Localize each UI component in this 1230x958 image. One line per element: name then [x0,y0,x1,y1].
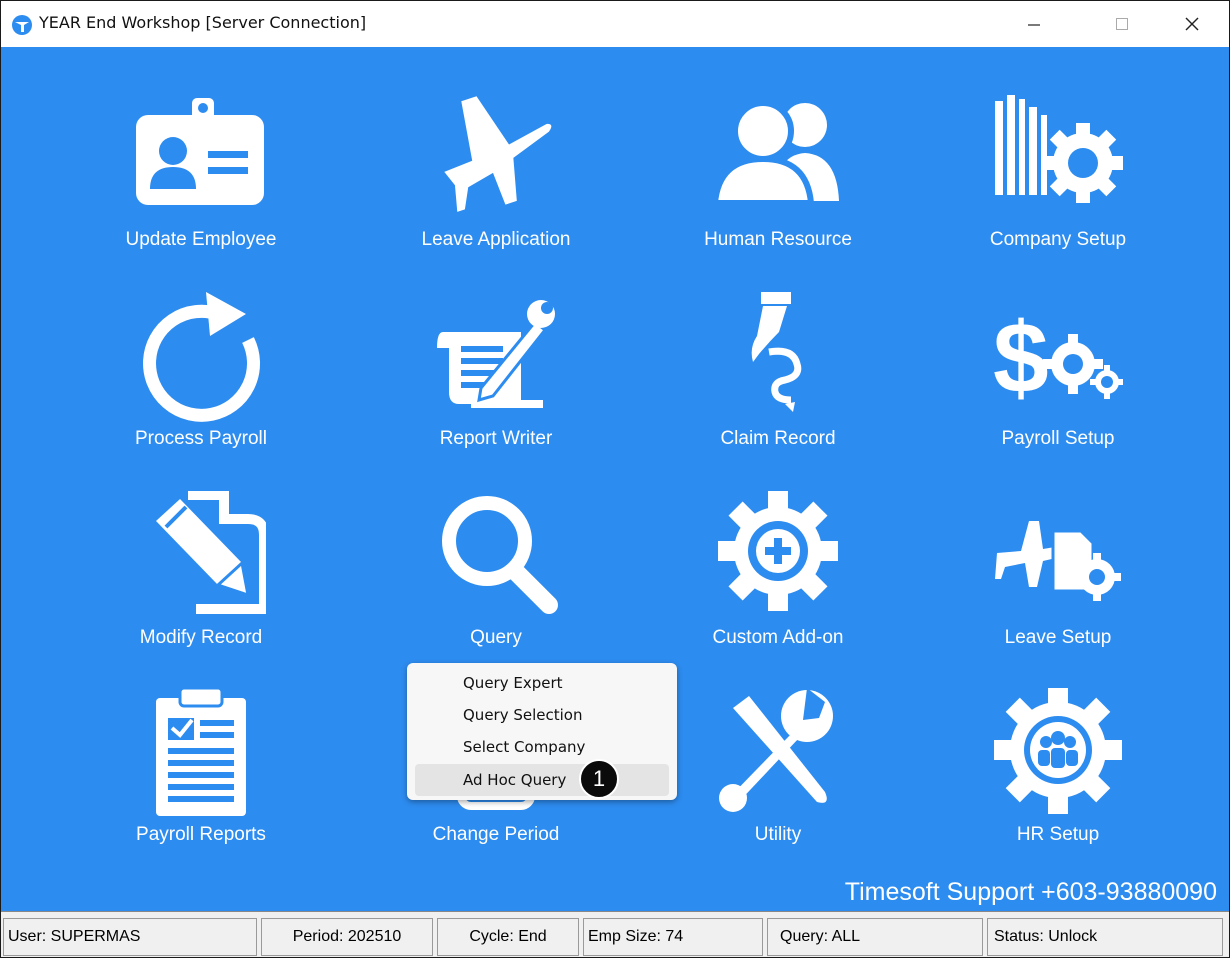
claim-hand-icon [751,292,802,412]
clipboard-report-icon [156,688,246,816]
tile-label: Human Resource [704,229,852,250]
menu-item-query-expert[interactable]: Query Expert [463,674,563,692]
status-cycle: Cycle: End [437,918,579,956]
tile-label: Claim Record [720,428,836,449]
tile-leave-setup[interactable]: Leave Setup [938,491,1178,671]
dollar-gears-icon: $ [993,302,1123,414]
tile-query[interactable]: Query [376,491,616,671]
tile-label: Utility [754,824,802,845]
users-icon [713,100,839,206]
tile-payroll-setup[interactable]: $ Payroll Setup [938,292,1178,472]
title-bar: YEAR End Workshop [Server Connection] [1,1,1229,47]
step-callout-badge: 1 [579,759,619,799]
status-bar: User: SUPERMAS Period: 202510 Cycle: End… [1,911,1229,957]
id-badge-icon [136,98,264,205]
tile-label: Leave Application [421,229,571,250]
tile-label: Payroll Setup [1001,428,1115,449]
status-user: User: SUPERMAS [3,918,257,956]
tile-custom-addon[interactable]: Custom Add-on [658,491,898,671]
tile-label: Leave Setup [1004,627,1112,648]
tile-process-payroll[interactable]: Process Payroll [81,292,321,472]
tile-hr-setup[interactable]: HR Setup [938,688,1178,868]
tile-modify-record[interactable]: Modify Record [81,491,321,671]
tile-human-resource[interactable]: Human Resource [658,93,898,273]
tile-label: Report Writer [439,428,553,449]
tile-company-setup[interactable]: Company Setup [938,93,1178,273]
tile-label: Company Setup [989,229,1127,250]
menu-item-query-selection[interactable]: Query Selection [463,706,582,724]
gear-plus-icon [718,491,838,611]
tile-utility[interactable]: Utility [658,688,898,868]
minimize-button[interactable] [1005,1,1063,47]
tools-icon [719,688,833,812]
airplane-icon [444,96,552,212]
app-window: YEAR End Workshop [Server Connection] Up… [0,0,1230,958]
search-icon [442,496,558,614]
tile-label: Custom Add-on [712,627,844,648]
plane-document-gear-icon [995,521,1121,601]
support-text: Timesoft Support +603-93880090 [844,878,1217,906]
report-edit-icon [437,300,555,408]
app-logo-icon [12,15,32,35]
status-query: Query: ALL [767,918,983,956]
building-gear-icon [995,95,1123,203]
tile-label: HR Setup [1016,824,1100,845]
tile-label: Process Payroll [135,428,267,449]
tile-claim-record[interactable]: Claim Record [658,292,898,472]
tile-label: Payroll Reports [136,824,266,845]
tile-leave-application[interactable]: Leave Application [376,93,616,273]
tile-label: Update Employee [125,229,277,250]
status-emp-size: Emp Size: 74 [583,918,763,956]
close-button[interactable] [1163,1,1221,47]
tile-payroll-reports[interactable]: Payroll Reports [81,688,321,868]
maximize-button[interactable] [1093,1,1151,47]
query-context-menu: Query Expert Query Selection Select Comp… [407,663,677,800]
team-gear-icon [994,688,1122,814]
tile-label: Modify Record [139,627,263,648]
edit-file-icon [156,491,266,614]
tile-update-employee[interactable]: Update Employee [81,93,321,273]
menu-item-select-company[interactable]: Select Company [463,738,585,756]
tile-report-writer[interactable]: Report Writer [376,292,616,472]
menu-item-ad-hoc-query[interactable]: Ad Hoc Query [463,771,566,789]
refresh-icon [143,292,261,422]
window-title: YEAR End Workshop [Server Connection] [39,13,367,32]
status-lock: Status: Unlock [987,918,1223,956]
tile-label: Query [470,627,522,648]
status-period: Period: 202510 [261,918,433,956]
tile-label: Change Period [432,824,560,845]
svg-text:$: $ [993,302,1049,414]
